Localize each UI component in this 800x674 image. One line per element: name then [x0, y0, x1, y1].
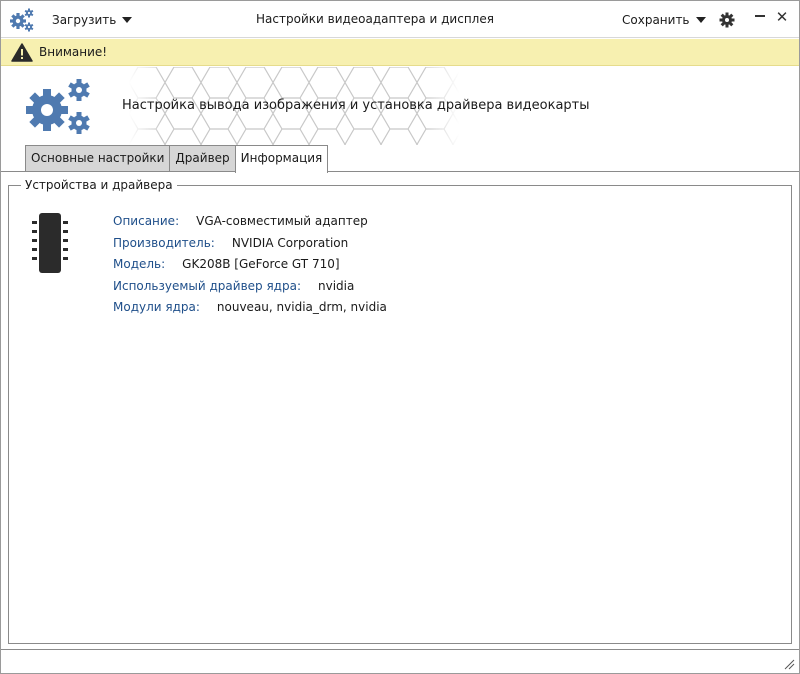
tab-information[interactable]: Информация — [234, 145, 329, 173]
tab-main-settings[interactable]: Основные настройки — [25, 145, 171, 172]
info-row: Используемый драйвер ядра: nvidia — [113, 279, 387, 301]
tab-bar: Основные настройки Драйвер Информация — [25, 145, 329, 173]
vendor-value: NVIDIA Corporation — [231, 235, 349, 250]
info-row: Производитель: NVIDIA Corporation — [113, 236, 387, 258]
chevron-down-icon — [695, 17, 706, 23]
description-value: VGA-совместимый адаптер — [196, 214, 368, 228]
description-label: Описание: — [113, 214, 180, 228]
load-button[interactable]: Загрузить — [52, 11, 133, 29]
close-button[interactable]: ✕ — [775, 9, 789, 25]
chevron-down-icon — [122, 17, 133, 23]
gear-icon[interactable] — [718, 11, 736, 29]
minimize-button[interactable] — [753, 9, 767, 23]
warning-text: Внимание! — [39, 45, 108, 59]
group-title: Устройства и драйвера — [21, 178, 177, 192]
info-row: Модули ядра: nouveau, nvidia_drm, nvidia — [113, 300, 387, 322]
gears-icon — [10, 8, 34, 32]
save-button[interactable]: Сохранить — [622, 11, 706, 29]
kernel-driver-value: nvidia — [318, 278, 355, 293]
tab-content: Устройства и драйвера Описание: VGA-совм… — [1, 171, 799, 649]
kernel-modules-value: nouveau, nvidia_drm, nvidia — [216, 300, 387, 314]
warning-bar: Внимание! — [1, 39, 799, 66]
title-bar: Загрузить Настройки видеоадаптера и дисп… — [1, 1, 799, 38]
save-button-label: Сохранить — [622, 13, 690, 27]
tab-driver[interactable]: Драйвер — [169, 145, 236, 172]
info-row: Модель: GK208B [GeForce GT 710] — [113, 257, 387, 279]
vendor-label: Производитель: — [113, 235, 215, 250]
kernel-modules-label: Модули ядра: — [113, 300, 200, 314]
gears-icon — [26, 79, 90, 134]
status-bar — [1, 649, 799, 673]
page-title: Настройка вывода изображения и установка… — [122, 98, 590, 113]
kernel-driver-label: Используемый драйвер ядра: — [113, 278, 301, 293]
load-button-label: Загрузить — [52, 13, 117, 27]
model-value: GK208B [GeForce GT 710] — [182, 257, 340, 271]
window-title: Настройки видеоадаптера и дисплея — [256, 12, 494, 26]
model-label: Модель: — [113, 257, 166, 271]
devices-group: Устройства и драйвера Описание: VGA-совм… — [8, 178, 792, 644]
main-window: Загрузить Настройки видеоадаптера и дисп… — [0, 0, 800, 674]
device-info-list: Описание: VGA-совместимый адаптер Произв… — [113, 214, 387, 322]
page-header: Настройка вывода изображения и установка… — [1, 67, 799, 145]
info-row: Описание: VGA-совместимый адаптер — [113, 214, 387, 236]
warning-icon — [11, 43, 33, 62]
chip-icon — [32, 213, 68, 273]
resize-grip-icon[interactable] — [783, 658, 795, 670]
